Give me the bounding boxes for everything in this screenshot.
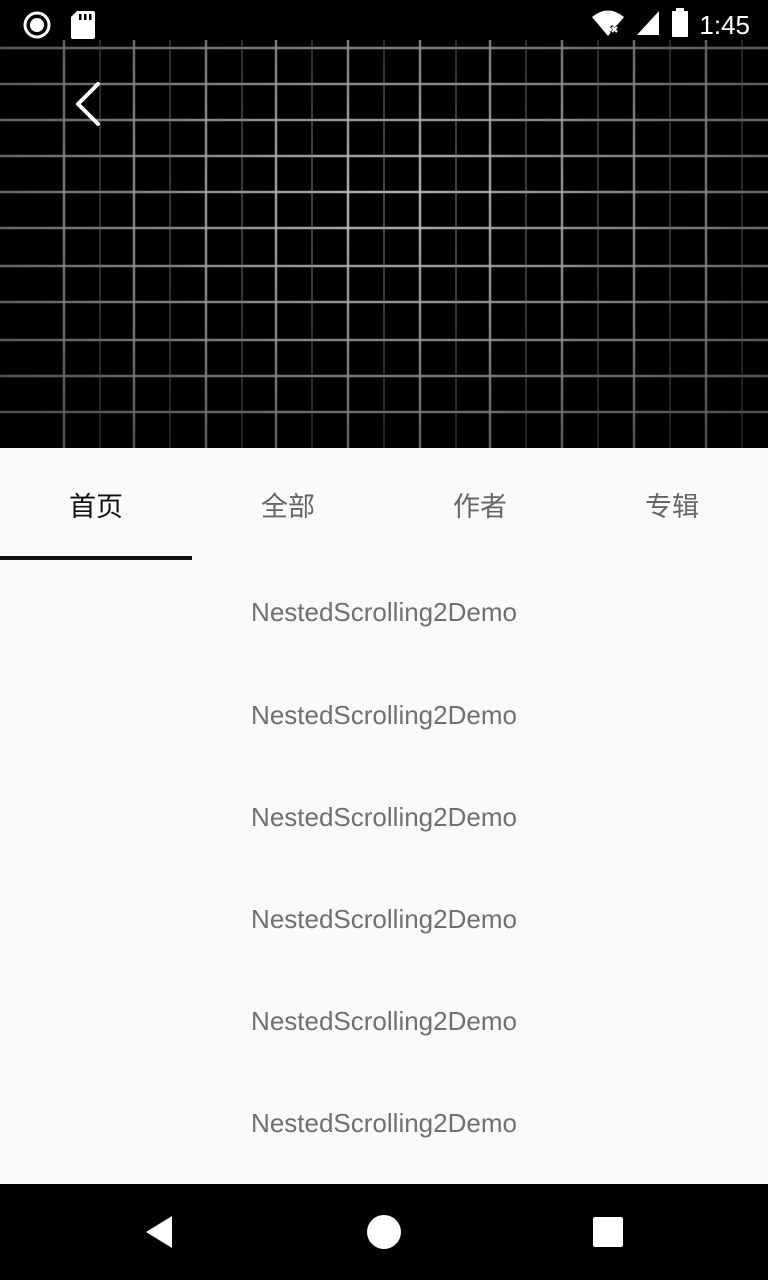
cell-signal-icon xyxy=(635,9,661,41)
tab-all[interactable]: 全部 xyxy=(192,448,384,560)
list-item[interactable]: NestedScrolling2Demo xyxy=(0,664,768,766)
nav-recents-button[interactable] xyxy=(580,1204,636,1260)
list-item-label: NestedScrolling2Demo xyxy=(251,1005,517,1036)
battery-icon xyxy=(671,8,689,42)
app-screen: 1:45 首页 全部 作者 专辑 NestedScrolling2Demo Ne… xyxy=(0,0,768,1280)
list-item-label: NestedScrolling2Demo xyxy=(251,1107,517,1138)
tab-author[interactable]: 作者 xyxy=(384,448,576,560)
tab-label: 全部 xyxy=(261,491,315,523)
wifi-icon xyxy=(591,8,625,42)
record-icon xyxy=(22,10,52,44)
recents-square-icon xyxy=(593,1217,623,1247)
sd-card-icon xyxy=(70,10,96,44)
list-item-label: NestedScrolling2Demo xyxy=(251,596,517,627)
home-circle-icon xyxy=(367,1215,401,1249)
chevron-left-icon xyxy=(76,82,100,126)
nav-home-button[interactable] xyxy=(356,1204,412,1260)
list-item[interactable]: NestedScrolling2Demo xyxy=(0,868,768,970)
nav-back-button[interactable] xyxy=(132,1204,188,1260)
status-time: 1:45 xyxy=(699,10,750,40)
list-item[interactable]: NestedScrolling2Demo xyxy=(0,766,768,868)
tab-label: 专辑 xyxy=(645,491,699,523)
list-item[interactable]: NestedScrolling2Demo xyxy=(0,1072,768,1174)
tab-home[interactable]: 首页 xyxy=(0,448,192,560)
header-image xyxy=(0,0,768,448)
tab-album[interactable]: 专辑 xyxy=(576,448,768,560)
list-item[interactable]: NestedScrolling2Demo xyxy=(0,560,768,664)
grid-pattern-image xyxy=(0,0,768,448)
tab-label: 首页 xyxy=(69,491,123,523)
list-item-label: NestedScrolling2Demo xyxy=(251,801,517,832)
list-item[interactable]: NestedScrolling2Demo xyxy=(0,970,768,1072)
back-triangle-icon xyxy=(146,1216,172,1248)
tab-bar: 首页 全部 作者 专辑 xyxy=(0,448,768,560)
status-bar: 1:45 xyxy=(0,0,768,48)
list-item-label: NestedScrolling2Demo xyxy=(251,699,517,730)
list-item-label: NestedScrolling2Demo xyxy=(251,903,517,934)
tab-label: 作者 xyxy=(453,491,507,523)
navigation-bar xyxy=(0,1184,768,1280)
content-list[interactable]: NestedScrolling2Demo NestedScrolling2Dem… xyxy=(0,560,768,1184)
back-button[interactable] xyxy=(62,76,118,132)
